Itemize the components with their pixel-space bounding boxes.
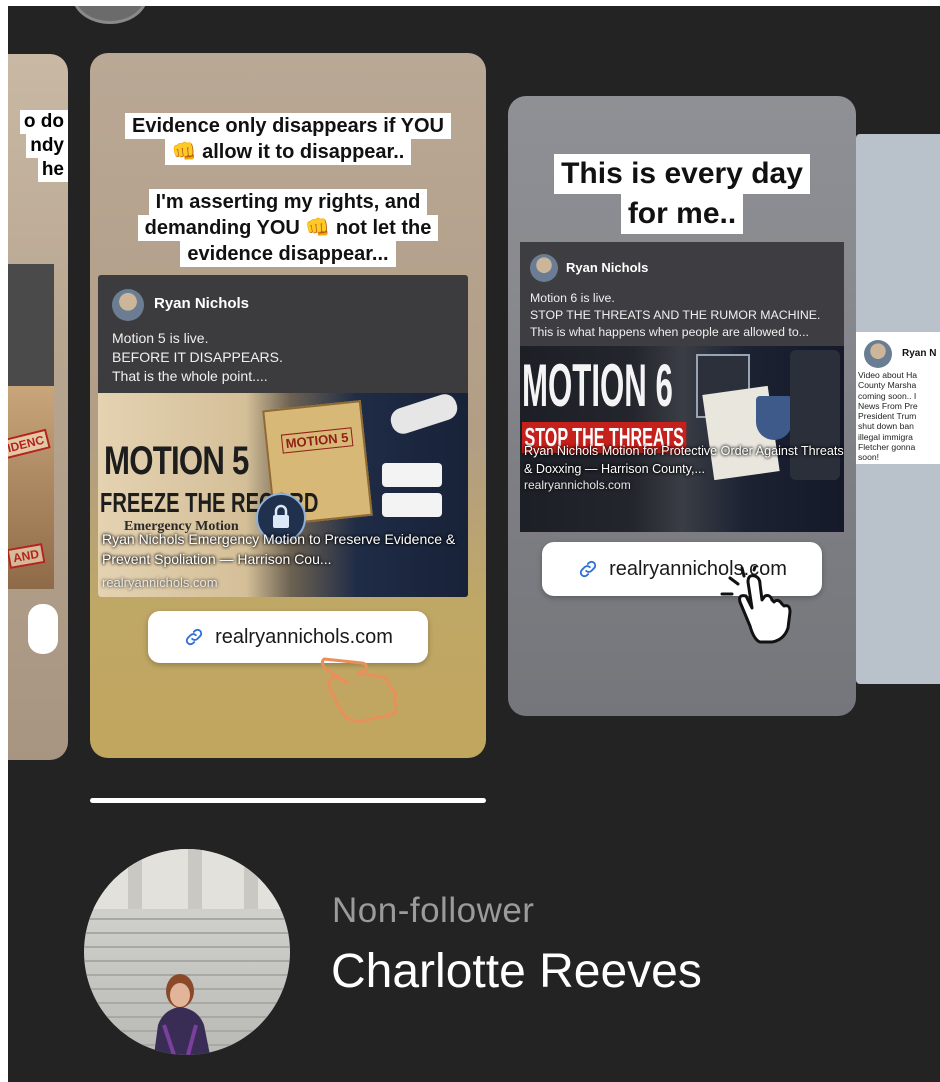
link-icon [185, 628, 203, 646]
link-title: Ryan Nichols Motion for Protective Order… [524, 444, 844, 476]
post-author-avatar [530, 254, 558, 282]
caption-line: I'm asserting my rights, and [148, 189, 428, 215]
top-avatar[interactable] [72, 6, 148, 24]
post-text: Video about Ha County Marsha coming soon… [858, 370, 918, 463]
caption-top: Evidence only disappears if YOU 👊 allow … [90, 113, 486, 165]
caption-line: evidence disappear... [180, 241, 396, 267]
story-card-previous[interactable]: o do ndy he IDENC AND [8, 54, 68, 760]
story-card-current[interactable]: Evidence only disappears if YOU 👊 allow … [90, 53, 486, 758]
caption-bottom: I'm asserting my rights, and demanding Y… [90, 189, 486, 267]
story-card-after[interactable]: Ryan N Video about Ha County Marsha comi… [856, 134, 940, 684]
post-text: Motion 6 is live. STOP THE THREATS AND T… [530, 291, 821, 339]
post-text: Motion 5 is live. BEFORE IT DISAPPEARS. … [112, 330, 283, 384]
caption-line: Evidence only disappears if YOU [125, 113, 451, 139]
scroll-indicator [90, 798, 486, 803]
caption-fragment: ndy [26, 134, 68, 158]
caption-fragment: he [37, 158, 68, 182]
story-viewers-screen: o do ndy he IDENC AND Evidence only disa… [8, 6, 940, 1082]
caption: This is every day for me.. [508, 154, 856, 234]
post-author-name: Ryan Nichols [566, 260, 649, 275]
post-author-avatar [112, 289, 144, 321]
pointing-hand-icon [320, 657, 398, 723]
media-title: MOTION 5 [104, 439, 249, 483]
embedded-post[interactable]: Ryan Nichols Motion 6 is live. STOP THE … [520, 242, 844, 532]
embedded-post[interactable]: Ryan Nichols Motion 5 is live. BEFORE IT… [98, 275, 468, 597]
post-image: IDENC AND [8, 386, 54, 589]
post-link-image[interactable]: MOTION 5 MOTION 5 FREEZE THE RECORD Emer… [98, 393, 468, 597]
post-author-name: Ryan Nichols [154, 295, 250, 312]
caption-line: demanding YOU 👊 not let the [137, 215, 439, 241]
embedded-post: IDENC AND [8, 264, 54, 589]
evidence-stamp: IDENC [8, 428, 52, 460]
embedded-post: Ryan N Video about Ha County Marsha comi… [856, 332, 940, 464]
post-link-image[interactable]: MOTION 6 STOP THE THREATS Ryan Nichols M… [520, 346, 844, 532]
post-author-avatar [864, 340, 892, 368]
link-domain: realryannichols.com [102, 575, 218, 590]
viewer-avatar[interactable] [84, 849, 290, 1055]
pointing-hand-icon [720, 566, 792, 644]
folder-label: MOTION 5 [280, 427, 354, 454]
viewer-follow-status: Non-follower [332, 891, 535, 930]
viewer-photo [84, 849, 290, 1055]
stamp: AND [8, 543, 46, 569]
caption-line: for me.. [620, 194, 744, 234]
ui-graphic [382, 463, 442, 487]
camera-graphic [387, 393, 461, 437]
link-domain: realryannichols.com [524, 478, 631, 492]
link-icon [579, 560, 597, 578]
media-title: MOTION 6 [522, 352, 673, 419]
story-card-next[interactable]: This is every day for me.. Ryan Nichols … [508, 96, 856, 716]
post-author-name: Ryan N [902, 348, 937, 359]
link-sticker-label: realryannichols.com [215, 625, 393, 648]
viewer-name[interactable]: Charlotte Reeves [331, 944, 702, 999]
ui-graphic [382, 493, 442, 517]
link-sticker-partial[interactable] [28, 604, 58, 654]
caption-line: This is every day [554, 154, 810, 194]
shield-icon [756, 396, 792, 440]
caption-line: 👊 allow it to disappear.. [164, 139, 412, 165]
link-title: Ryan Nichols Emergency Motion to Preserv… [102, 531, 456, 567]
caption-fragment: o do [19, 110, 68, 134]
